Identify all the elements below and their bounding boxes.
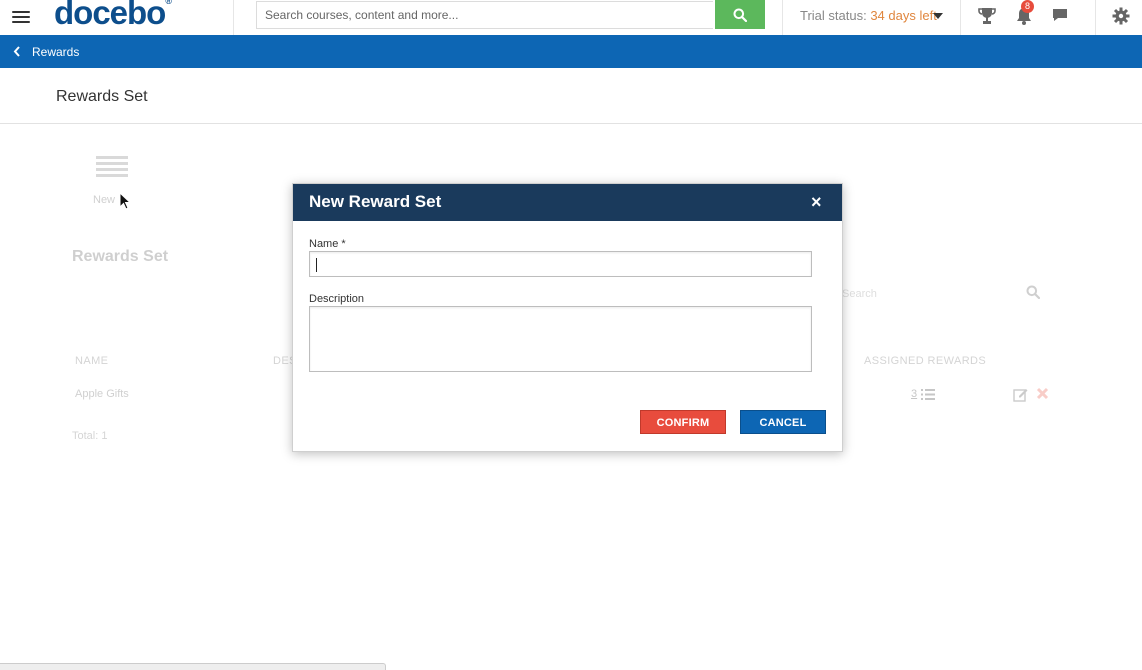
- new-reward-set-dialog: New Reward Set × Name * Description CONF…: [292, 183, 843, 452]
- delete-icon[interactable]: [1036, 387, 1049, 400]
- divider: [782, 0, 783, 35]
- name-field-label: Name *: [309, 238, 346, 250]
- trial-status[interactable]: Trial status: 34 days left: [800, 8, 937, 23]
- mouse-cursor-icon: [119, 192, 131, 210]
- column-header-assigned-rewards[interactable]: ASSIGNED REWARDS: [864, 355, 986, 367]
- chevron-down-icon[interactable]: [933, 13, 943, 19]
- assigned-rewards-count-link[interactable]: 3: [911, 388, 917, 400]
- section-title: Rewards Set: [72, 248, 169, 265]
- docebo-logo[interactable]: docebo®: [54, 0, 172, 32]
- global-search-input[interactable]: [256, 1, 713, 29]
- text-caret: [316, 258, 317, 272]
- table-search-input[interactable]: Search: [842, 288, 877, 300]
- breadcrumb-bar: Rewards: [0, 35, 1142, 68]
- chat-icon[interactable]: [1051, 7, 1071, 25]
- gear-icon[interactable]: [1111, 7, 1131, 25]
- divider: [233, 0, 234, 35]
- breadcrumb-back-link[interactable]: Rewards: [32, 45, 79, 59]
- divider: [1095, 0, 1096, 35]
- logo-text: docebo: [54, 0, 166, 31]
- total-count: Total: 1: [72, 430, 108, 442]
- table-row-name: Apple Gifts: [75, 388, 129, 400]
- list-icon[interactable]: [921, 389, 935, 400]
- trophy-icon[interactable]: [977, 7, 997, 25]
- logo-registered-mark: ®: [165, 0, 172, 6]
- cancel-button[interactable]: CANCEL: [740, 410, 826, 434]
- notification-badge: 8: [1021, 0, 1034, 13]
- page-title: Rewards Set: [56, 88, 148, 105]
- top-navigation-bar: docebo® Trial status: 34 days left 8: [0, 0, 1142, 36]
- divider: [0, 123, 1142, 124]
- confirm-button[interactable]: CONFIRM: [640, 410, 726, 434]
- dialog-title: New Reward Set: [309, 192, 442, 211]
- global-search-button[interactable]: [715, 0, 765, 29]
- description-field[interactable]: [309, 306, 812, 372]
- dialog-header: New Reward Set ×: [293, 184, 842, 221]
- column-header-name[interactable]: NAME: [75, 355, 108, 367]
- description-field-label: Description: [309, 293, 365, 305]
- new-reward-set-icon[interactable]: [96, 156, 128, 180]
- chevron-left-icon[interactable]: [13, 46, 21, 57]
- name-field[interactable]: [309, 251, 812, 277]
- trial-days-left: 34 days left: [870, 8, 937, 23]
- trial-status-label: Trial status:: [800, 8, 867, 23]
- close-icon[interactable]: ×: [811, 193, 822, 211]
- hamburger-menu-icon[interactable]: [12, 8, 30, 26]
- new-reward-set-label[interactable]: New: [93, 194, 115, 206]
- search-icon[interactable]: [1026, 285, 1040, 299]
- divider: [960, 0, 961, 35]
- search-icon: [733, 8, 747, 22]
- edit-icon[interactable]: [1013, 387, 1028, 402]
